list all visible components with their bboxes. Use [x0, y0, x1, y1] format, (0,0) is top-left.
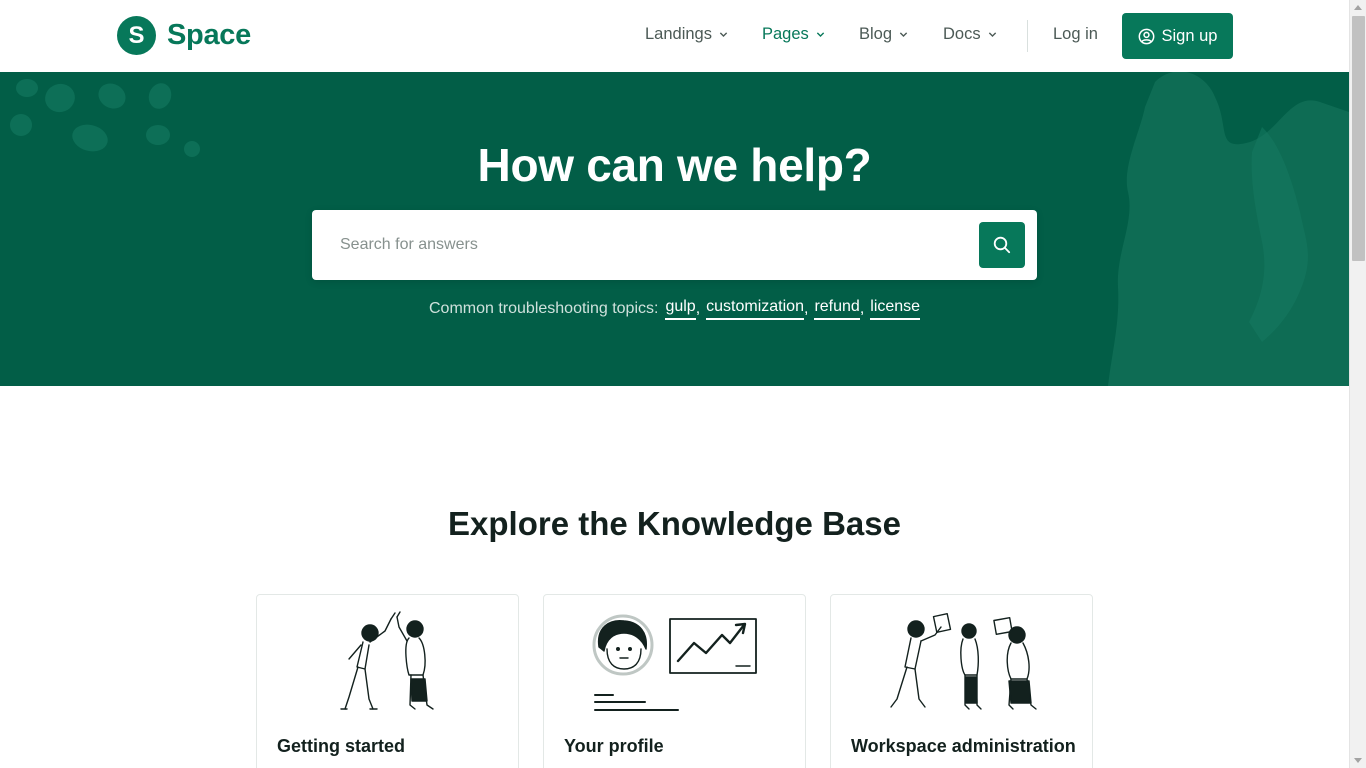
signup-label: Sign up	[1161, 26, 1218, 45]
scroll-down-icon[interactable]	[1354, 758, 1362, 763]
chevron-down-icon	[816, 32, 824, 37]
scroll-thumb[interactable]	[1352, 16, 1365, 261]
chevron-down-icon	[988, 32, 996, 37]
team-documents-illustration	[890, 613, 1037, 710]
search-input[interactable]	[312, 210, 972, 280]
page-scrollbar[interactable]	[1349, 0, 1366, 768]
topic-link-gulp[interactable]: gulp	[665, 298, 696, 320]
hero-title: How can we help?	[477, 139, 872, 191]
profile-chart-illustration	[592, 614, 757, 711]
kb-card-title: Workspace administration	[851, 736, 1076, 756]
troubleshooting-topics: Common troubleshooting topics: gulp, cus…	[429, 298, 921, 320]
chevron-down-icon	[719, 32, 728, 37]
brand-name: Space	[167, 19, 251, 51]
kb-card-your-profile[interactable]: Your profile	[543, 594, 806, 768]
scroll-up-icon[interactable]	[1354, 5, 1362, 10]
logo-mark: S	[117, 16, 156, 55]
search-box	[312, 210, 1037, 280]
nav-item-label: Pages	[762, 25, 809, 43]
topic-separator: ,	[859, 300, 865, 317]
site-header: S Space Landings Pages Blog Docs Log in …	[0, 0, 1349, 72]
user-circle-icon	[1138, 28, 1154, 44]
topic-link-license[interactable]: license	[870, 298, 921, 320]
signup-button[interactable]: Sign up	[1122, 13, 1233, 59]
nav-item-blog[interactable]: Blog	[859, 25, 908, 44]
chevron-down-icon	[899, 32, 908, 37]
kb-card-title: Getting started	[277, 736, 406, 756]
topic-link-customization[interactable]: customization	[706, 298, 804, 320]
kb-section-title: Explore the Knowledge Base	[448, 505, 901, 542]
nav-item-docs[interactable]: Docs	[943, 25, 997, 44]
nav-item-label: Landings	[645, 25, 712, 43]
nav-item-landings[interactable]: Landings	[645, 25, 728, 44]
topic-separator: ,	[803, 300, 809, 317]
nav-item-label: Blog	[859, 25, 893, 43]
nav-item-label: Docs	[943, 25, 981, 43]
hero-section: How can we help? Common troubleshooting …	[0, 72, 1349, 386]
kb-card-getting-started[interactable]: Getting started	[256, 594, 519, 768]
kb-card-workspace-administration[interactable]: Workspace administration	[830, 594, 1093, 768]
topic-link-refund[interactable]: refund	[814, 298, 860, 320]
topic-separator: ,	[695, 300, 701, 317]
search-icon	[993, 236, 1011, 254]
search-button[interactable]	[979, 222, 1025, 268]
nav-item-pages[interactable]: Pages	[762, 25, 825, 44]
high-five-people-illustration	[340, 611, 434, 710]
topics-label: Common troubleshooting topics:	[429, 300, 659, 317]
nav-divider	[1027, 20, 1028, 52]
brand-logo[interactable]: S Space	[117, 16, 251, 55]
kb-card-title: Your profile	[564, 736, 664, 756]
login-link[interactable]: Log in	[1053, 25, 1098, 44]
